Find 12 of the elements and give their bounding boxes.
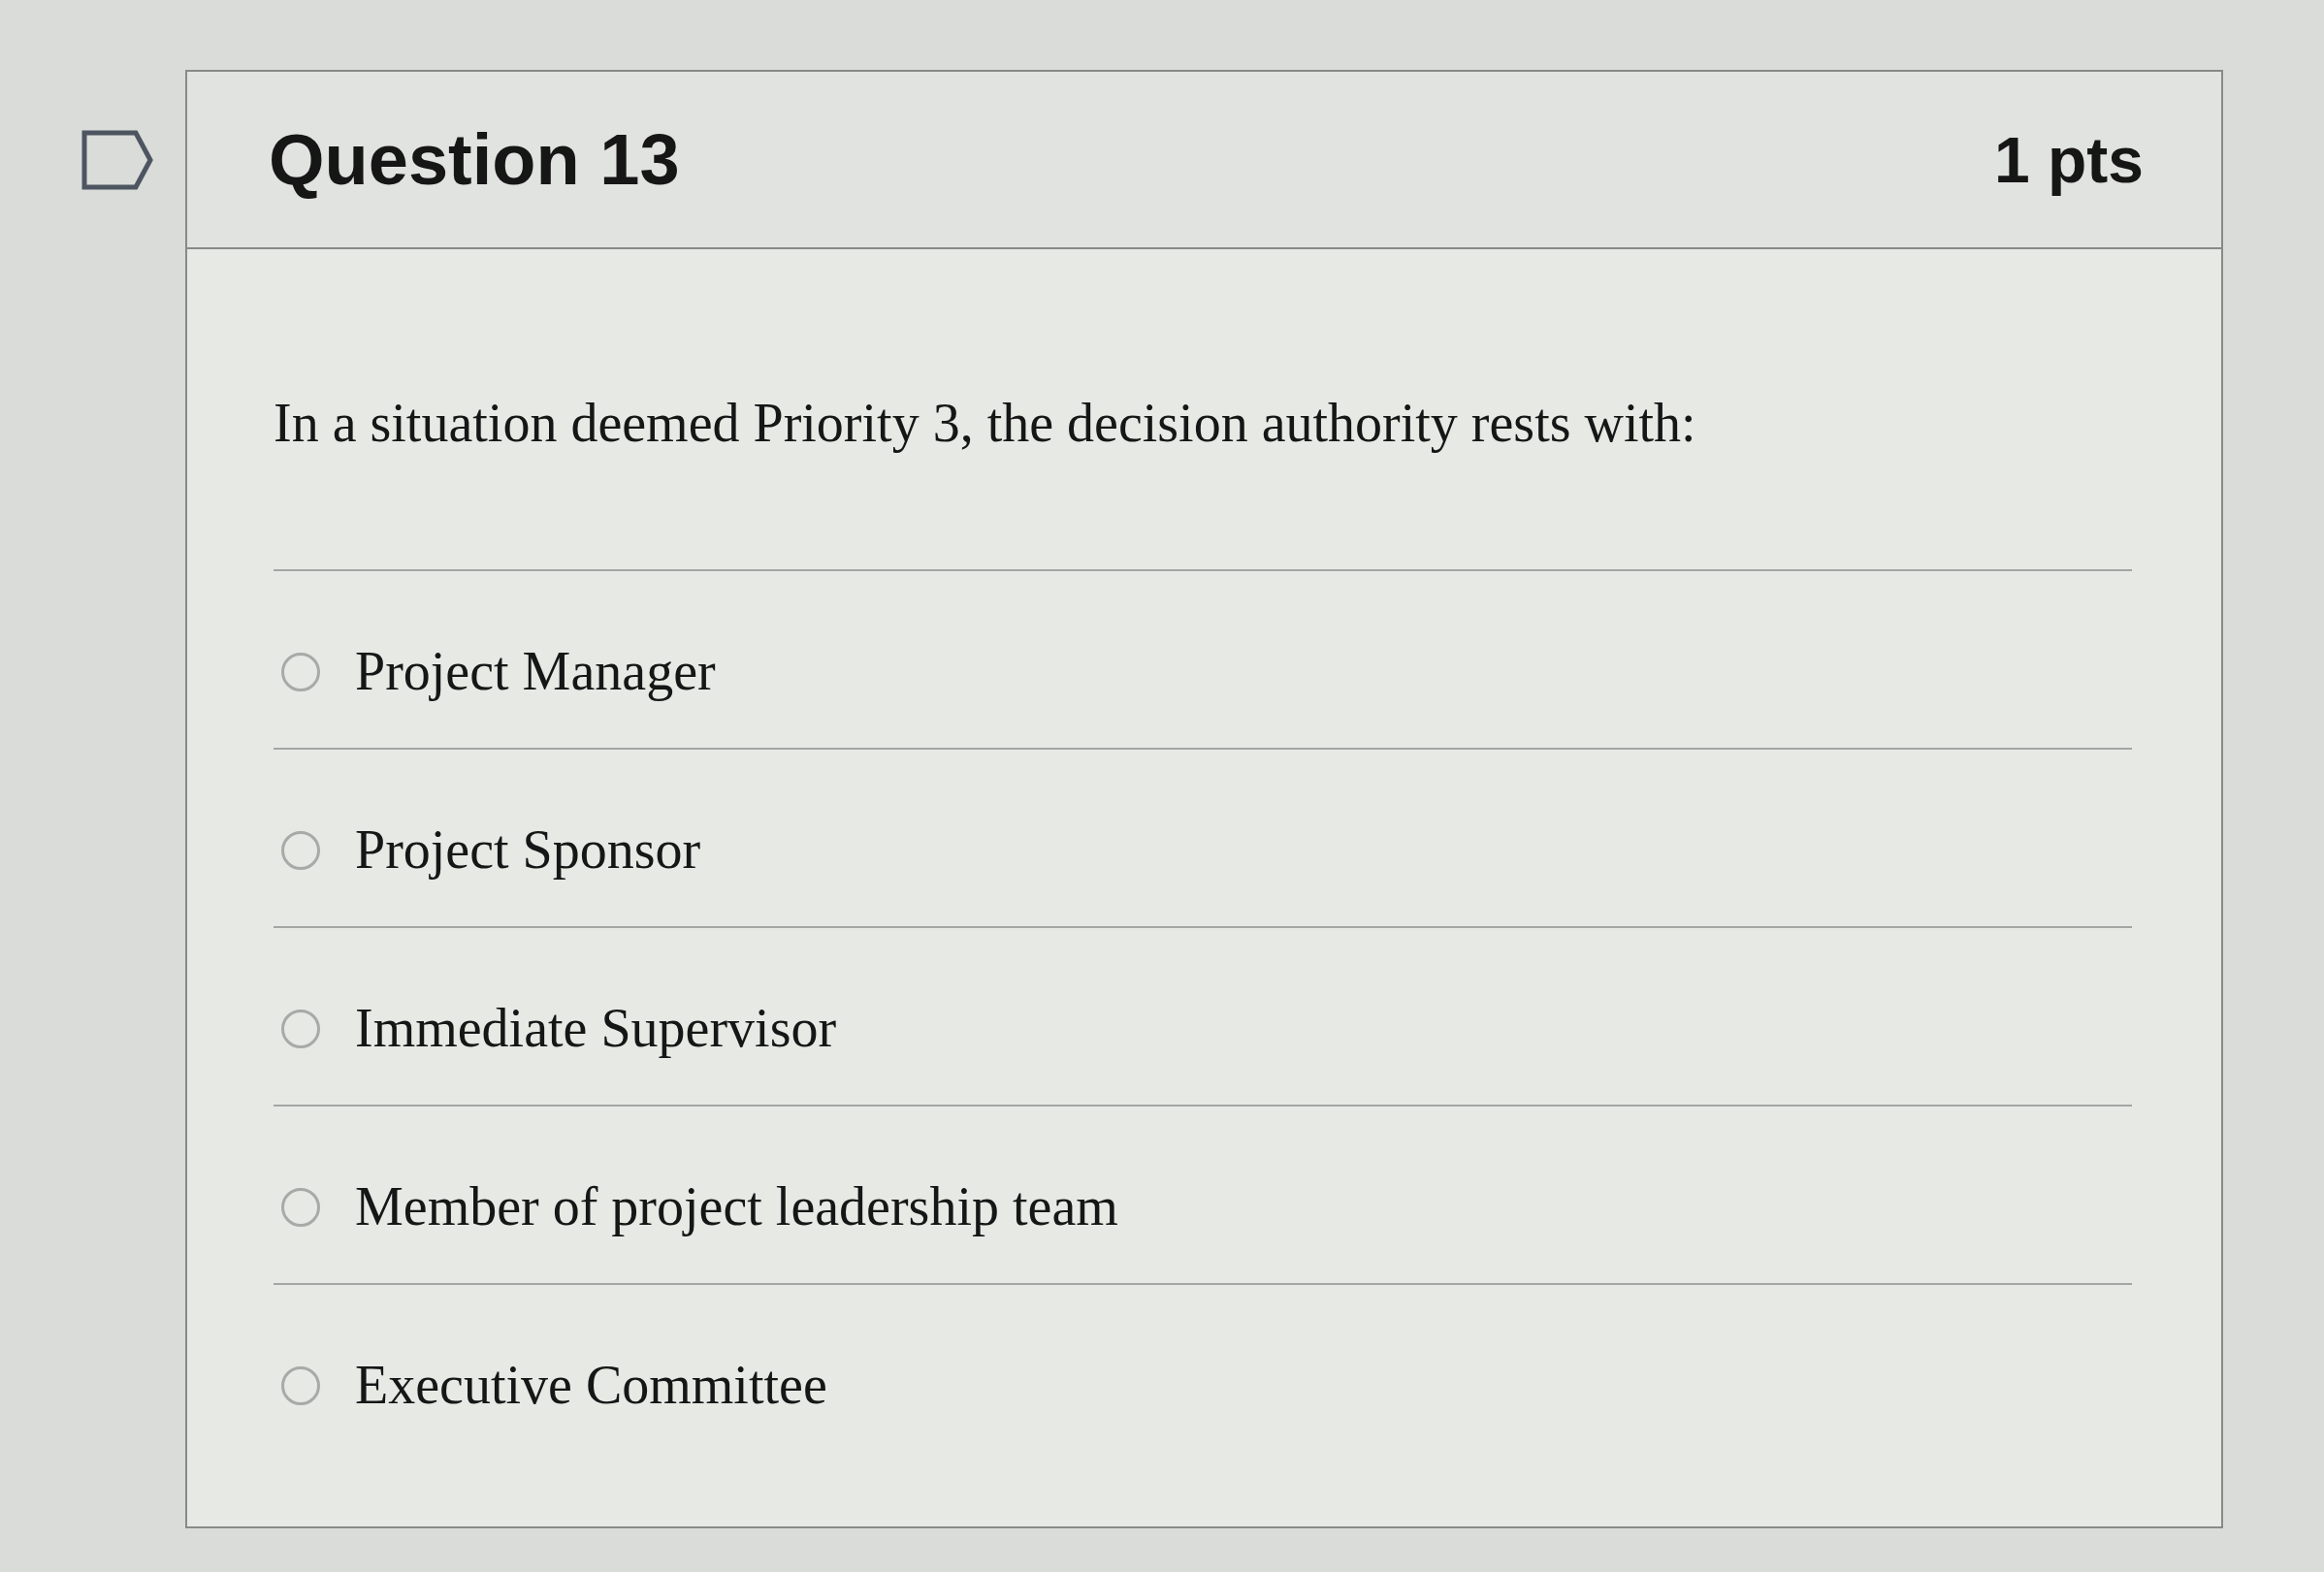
answer-option[interactable]: Immediate Supervisor <box>355 996 837 1061</box>
answer-option[interactable]: Project Sponsor <box>355 818 701 882</box>
answer-option[interactable]: Executive Committee <box>355 1353 827 1418</box>
radio-button[interactable] <box>281 1365 320 1405</box>
flag-icon[interactable] <box>81 130 153 190</box>
answer-option[interactable]: Project Manager <box>355 639 716 704</box>
question-text: In a situation deemed Priority 3, the decision authority rests with: <box>274 392 1697 455</box>
radio-button[interactable] <box>281 652 320 691</box>
radio-button[interactable] <box>281 1009 320 1048</box>
radio-button[interactable] <box>281 1187 320 1227</box>
answer-option[interactable]: Member of project leadership team <box>355 1174 1118 1239</box>
radio-button[interactable] <box>281 830 320 870</box>
